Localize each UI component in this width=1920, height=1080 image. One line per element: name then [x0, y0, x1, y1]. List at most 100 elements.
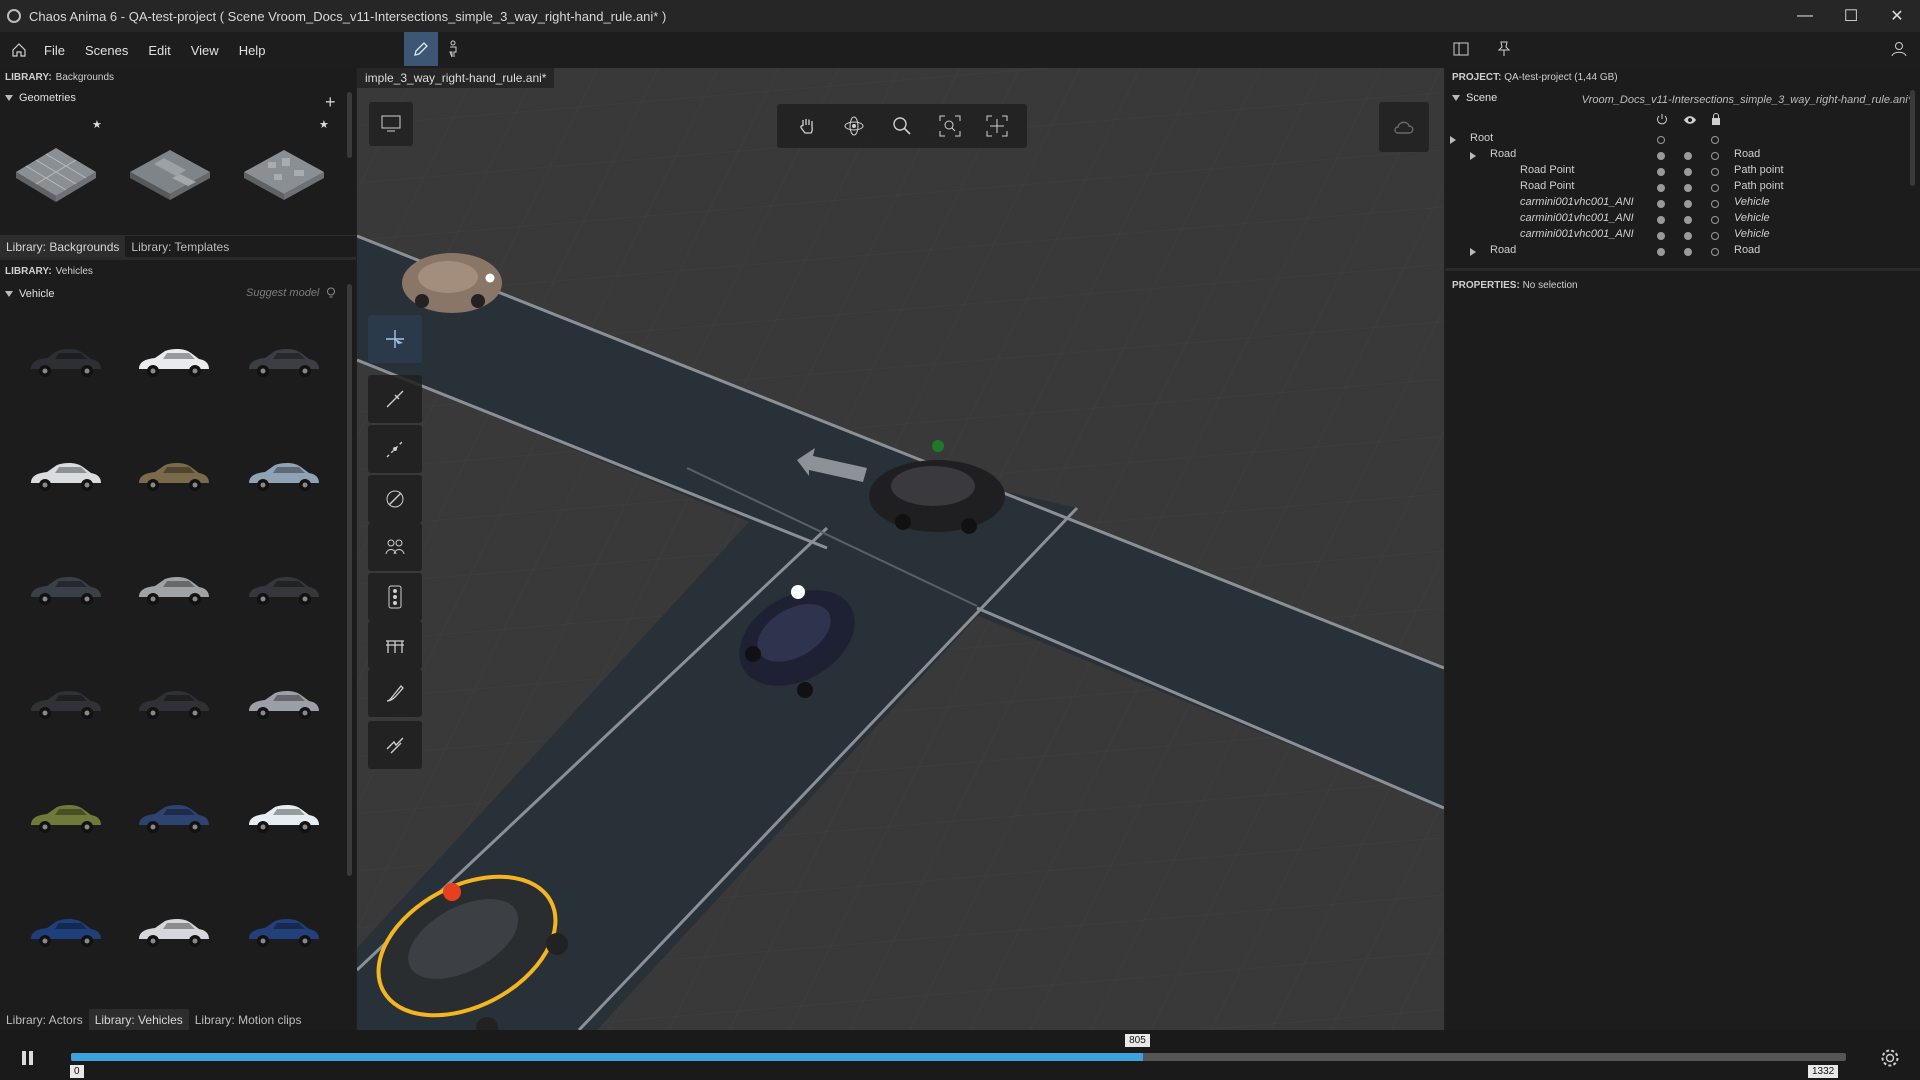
enable-toggle[interactable] — [1657, 248, 1665, 256]
visibility-toggle[interactable] — [1684, 184, 1692, 192]
tab-library-actors[interactable]: Library: Actors — [0, 1009, 89, 1031]
scene-section-toggle[interactable]: Scene — [1452, 90, 1497, 106]
zoom-magnifier-icon[interactable] — [886, 110, 918, 142]
expand-arrow-icon[interactable] — [1450, 136, 1456, 144]
vehicle-tile[interactable] — [10, 432, 120, 522]
maximize-icon[interactable]: ☐ — [1828, 0, 1874, 32]
lightbulb-icon[interactable] — [326, 287, 336, 302]
3d-viewport[interactable] — [357, 68, 1444, 1030]
favorite-star-icon[interactable]: ★ — [319, 118, 329, 131]
scene-tree-row[interactable]: Road Road — [1445, 244, 1920, 260]
vehicle-tile[interactable] — [118, 318, 228, 408]
enable-toggle[interactable] — [1657, 168, 1665, 176]
enable-toggle[interactable] — [1657, 136, 1665, 144]
minimize-icon[interactable]: — — [1782, 0, 1828, 32]
zoom-to-selection-icon[interactable] — [934, 110, 966, 142]
geometries-scrollbar[interactable] — [347, 92, 352, 158]
vehicle-tile[interactable] — [10, 888, 120, 978]
panel-divider[interactable] — [0, 257, 356, 260]
rotate-object-tool-icon[interactable] — [368, 475, 422, 523]
scene-scrollbar[interactable] — [1910, 90, 1915, 186]
path-draw-tool-icon[interactable] — [368, 375, 422, 423]
expand-arrow-icon[interactable] — [1470, 248, 1476, 256]
vehicle-tile[interactable] — [10, 774, 120, 864]
crowd-tool-icon[interactable] — [368, 523, 422, 571]
brush-tool-icon[interactable] — [368, 669, 422, 717]
scene-tree-row[interactable]: Road Point Path point — [1445, 164, 1920, 180]
vehicle-tile[interactable] — [228, 432, 338, 522]
enable-toggle[interactable] — [1657, 184, 1665, 192]
visibility-toggle[interactable] — [1684, 248, 1692, 256]
visibility-toggle[interactable] — [1684, 200, 1692, 208]
enable-toggle[interactable] — [1657, 200, 1665, 208]
vehicle-tile[interactable] — [118, 546, 228, 636]
visibility-toggle[interactable] — [1684, 216, 1692, 224]
menu-view[interactable]: View — [181, 43, 229, 58]
home-icon[interactable] — [4, 42, 34, 58]
scene-tree-row[interactable]: Road Road — [1445, 148, 1920, 164]
enable-toggle[interactable] — [1657, 232, 1665, 240]
pause-icon[interactable] — [20, 1050, 36, 1066]
lock-toggle[interactable] — [1711, 216, 1719, 224]
panel-layout-icon[interactable] — [1444, 32, 1478, 66]
geometry-tile[interactable] — [124, 136, 216, 216]
frame-all-icon[interactable] — [981, 110, 1013, 142]
add-icon[interactable]: + — [325, 92, 336, 113]
menu-help[interactable]: Help — [229, 43, 276, 58]
vehicle-tile[interactable] — [228, 660, 338, 750]
traffic-light-tool-icon[interactable] — [368, 573, 422, 621]
scene-tree-row[interactable]: carmini001vhc001_ANI Vehicle — [1445, 196, 1920, 212]
lock-icon[interactable] — [1711, 113, 1721, 128]
lock-toggle[interactable] — [1711, 136, 1719, 144]
user-account-icon[interactable] — [1882, 32, 1916, 66]
edit-mode-pencil-icon[interactable] — [404, 32, 438, 66]
tab-library-templates[interactable]: Library: Templates — [125, 236, 235, 258]
geometries-section-toggle[interactable]: Geometries — [0, 88, 356, 108]
enable-column-icon[interactable] — [1656, 113, 1668, 128]
select-move-tool-icon[interactable] — [368, 315, 422, 363]
tab-library-backgrounds[interactable]: Library: Backgrounds — [0, 235, 126, 258]
lock-toggle[interactable] — [1711, 200, 1719, 208]
menu-edit[interactable]: Edit — [138, 43, 180, 58]
visibility-eye-icon[interactable] — [1683, 114, 1697, 128]
vehicle-tile[interactable] — [228, 546, 338, 636]
lock-toggle[interactable] — [1711, 152, 1719, 160]
favorite-star-icon[interactable]: ★ — [92, 118, 102, 131]
lock-toggle[interactable] — [1711, 232, 1719, 240]
tab-library-motion-clips[interactable]: Library: Motion clips — [189, 1009, 308, 1031]
visibility-toggle[interactable] — [1684, 168, 1692, 176]
panel-divider[interactable] — [1445, 268, 1920, 271]
menu-file[interactable]: File — [34, 43, 75, 58]
lock-toggle[interactable] — [1711, 184, 1719, 192]
actor-mode-icon[interactable] — [436, 32, 470, 66]
vehicle-tile[interactable] — [10, 318, 120, 408]
path-points-tool-icon[interactable] — [368, 425, 422, 473]
scene-tree-row[interactable]: carmini001vhc001_ANI Vehicle — [1445, 212, 1920, 228]
visibility-toggle[interactable] — [1684, 136, 1692, 144]
geometry-tile[interactable] — [10, 136, 102, 216]
vehicle-tile[interactable] — [228, 774, 338, 864]
menu-scenes[interactable]: Scenes — [75, 43, 138, 58]
close-icon[interactable]: ✕ — [1874, 0, 1920, 32]
lock-toggle[interactable] — [1711, 168, 1719, 176]
vehicle-tile[interactable] — [118, 774, 228, 864]
enable-toggle[interactable] — [1657, 216, 1665, 224]
tab-library-vehicles[interactable]: Library: Vehicles — [88, 1009, 189, 1031]
settings-gear-icon[interactable] — [1879, 1047, 1901, 1072]
visibility-toggle[interactable] — [1684, 152, 1692, 160]
lock-toggle[interactable] — [1711, 248, 1719, 256]
vehicle-tile[interactable] — [118, 660, 228, 750]
vehicle-tile[interactable] — [10, 660, 120, 750]
vehicles-scrollbar[interactable] — [347, 284, 352, 876]
cloud-sync-button[interactable] — [1379, 102, 1429, 152]
scene-tree-row[interactable]: Road Point Path point — [1445, 180, 1920, 196]
enable-toggle[interactable] — [1657, 152, 1665, 160]
suggest-model-link[interactable]: Suggest model — [246, 287, 319, 299]
vehicle-tile[interactable] — [118, 888, 228, 978]
expand-arrow-icon[interactable] — [1470, 152, 1476, 160]
vehicle-tile[interactable] — [228, 318, 338, 408]
barrier-tool-icon[interactable] — [368, 621, 422, 669]
document-tab[interactable]: imple_3_way_right-hand_rule.ani* — [357, 68, 555, 88]
geometry-tile[interactable] — [238, 136, 330, 216]
scene-tree-row[interactable]: Root — [1445, 132, 1920, 148]
